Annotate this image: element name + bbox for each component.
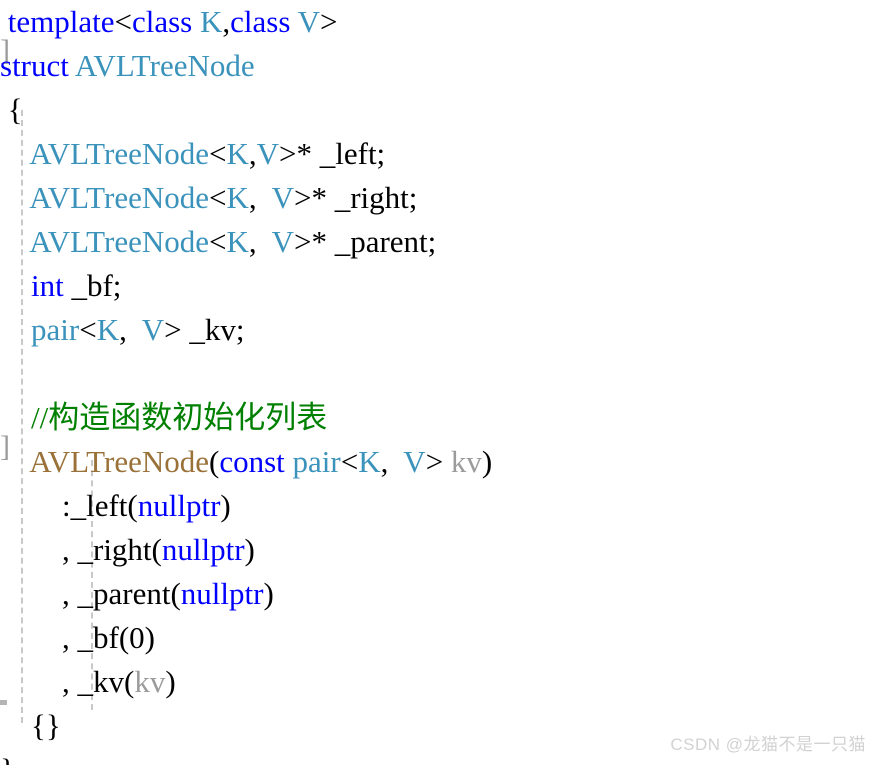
token-tparam: K <box>96 312 120 347</box>
token-plain: < <box>209 136 227 171</box>
token-keyword: class <box>230 4 291 39</box>
token-ctor: AVLTreeNode <box>29 444 209 479</box>
token-plain: , <box>248 180 272 215</box>
token-tparam: V <box>297 4 320 39</box>
token-plain: < <box>340 444 359 479</box>
token-plain: < <box>79 312 97 347</box>
token-type: pair <box>31 312 80 347</box>
line-struct-decl[interactable]: struct AVLTreeNode <box>0 44 492 88</box>
line-member-kv[interactable]: pair<K, V> _kv; <box>0 308 492 352</box>
token-tparam: K <box>226 180 249 215</box>
token-tparam: K <box>199 4 223 39</box>
token-tparam: K <box>358 444 381 479</box>
token-plain: ( <box>209 444 220 479</box>
token-plain: < <box>209 180 227 215</box>
line-init-kv[interactable]: , _kv(kv) <box>0 660 492 704</box>
line-member-parent[interactable]: AVLTreeNode<K, V>* _parent; <box>0 220 492 264</box>
token-tparam: V <box>141 312 165 347</box>
line-open-brace[interactable]: { <box>0 88 492 132</box>
token-keyword: nullptr <box>137 488 221 523</box>
token-plain: ) <box>263 576 274 611</box>
line-ctor-signature[interactable]: AVLTreeNode(const pair<K, V> kv) <box>0 440 492 484</box>
token-plain: , <box>119 312 142 347</box>
token-keyword: template <box>7 4 115 39</box>
token-plain: _bf; <box>63 268 122 303</box>
line-init-left[interactable]: :_left(nullptr) <box>0 484 492 528</box>
token-plain: < <box>114 4 132 39</box>
token-plain: , <box>380 444 404 479</box>
token-keyword: nullptr <box>161 532 245 567</box>
token-plain: >* _parent; <box>293 224 437 259</box>
token-plain: ) <box>220 488 231 523</box>
token-plain: , <box>248 224 272 259</box>
token-keyword: class <box>131 4 193 39</box>
token-plain: :_left( <box>0 488 138 523</box>
token-plain: , <box>248 136 257 171</box>
token-plain: > <box>425 444 451 479</box>
token-param: kv <box>134 664 166 699</box>
line-ctor-body[interactable]: {} <box>0 704 492 748</box>
token-plain: > <box>319 4 338 39</box>
token-type: AVLTreeNode <box>29 180 209 215</box>
line-blank[interactable] <box>0 352 492 396</box>
token-plain: ) <box>165 664 176 699</box>
token-param: kv <box>450 444 482 479</box>
token-plain: ) <box>481 444 493 479</box>
token-comment: //构造函数初始化列表 <box>31 400 328 435</box>
line-member-bf[interactable]: int _bf; <box>0 264 492 308</box>
token-plain: , <box>222 4 231 39</box>
code-viewer[interactable]: ] ] template<class K,class V> struct AVLT… <box>0 0 880 765</box>
line-init-parent[interactable]: , _parent(nullptr) <box>0 572 492 616</box>
token-plain: , _parent( <box>0 576 181 611</box>
token-plain: }; <box>0 752 24 765</box>
line-init-right[interactable]: , _right(nullptr) <box>0 528 492 572</box>
csdn-watermark: CSDN @龙猫不是一只猫 <box>670 735 866 754</box>
line-close-struct[interactable]: }; <box>0 748 492 765</box>
token-plain: , _bf(0) <box>0 620 155 655</box>
token-plain: { <box>0 92 23 127</box>
token-type: pair <box>292 444 341 479</box>
token-type: AVLTreeNode <box>29 224 209 259</box>
line-member-left[interactable]: AVLTreeNode<K,V>* _left; <box>0 132 492 176</box>
line-member-right[interactable]: AVLTreeNode<K, V>* _right; <box>0 176 492 220</box>
token-type: AVLTreeNode <box>29 136 209 171</box>
line-template[interactable]: template<class K,class V> <box>0 0 492 44</box>
line-comment[interactable]: //构造函数初始化列表 <box>0 396 492 440</box>
token-tparam: K <box>226 224 249 259</box>
token-keyword: nullptr <box>180 576 264 611</box>
token-plain: ) <box>244 532 255 567</box>
token-plain: >* _left; <box>279 136 386 171</box>
token-plain: >* _right; <box>293 180 418 215</box>
token-plain: {} <box>0 708 61 743</box>
token-tparam: V <box>271 180 294 215</box>
token-type: AVLTreeNode <box>74 48 255 83</box>
line-init-bf[interactable]: , _bf(0) <box>0 616 492 660</box>
code-line-list: template<class K,class V> struct AVLTreeN… <box>0 0 492 765</box>
token-tparam: K <box>226 136 249 171</box>
token-tparam: V <box>403 444 426 479</box>
token-keyword: const <box>219 444 285 479</box>
token-tparam: V <box>271 224 294 259</box>
token-keyword: struct <box>0 48 69 83</box>
token-keyword: int <box>31 268 64 303</box>
token-plain: , _right( <box>0 532 162 567</box>
token-plain: , _kv( <box>0 664 135 699</box>
token-tparam: V <box>256 136 280 171</box>
token-plain: < <box>209 224 227 259</box>
token-plain: > _kv; <box>164 312 245 347</box>
